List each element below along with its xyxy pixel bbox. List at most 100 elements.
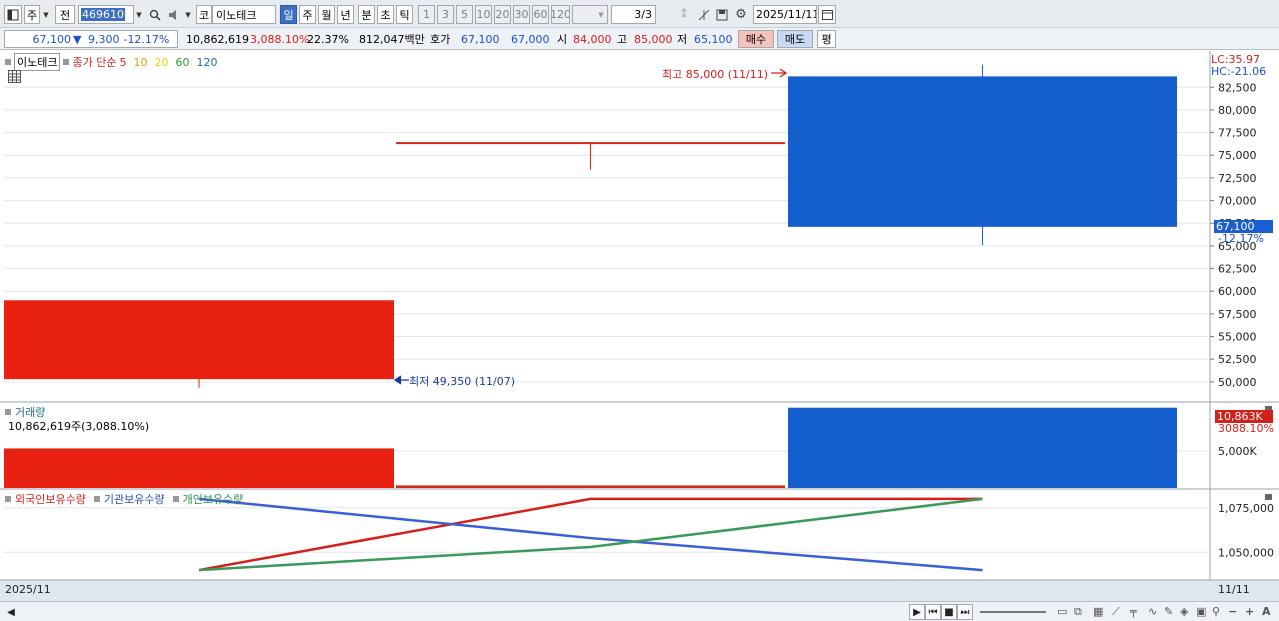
tab-week[interactable]: 주 bbox=[299, 5, 316, 24]
ask-label: 호가 bbox=[430, 33, 451, 46]
tab-second[interactable]: 초 bbox=[377, 5, 394, 24]
panel-close-icon bbox=[1265, 494, 1272, 500]
fill-icon[interactable]: ◈ bbox=[1180, 605, 1188, 618]
tab-tick[interactable]: 틱 bbox=[396, 5, 413, 24]
low-label: 저 bbox=[677, 33, 688, 46]
copy-icon[interactable]: ⧉ bbox=[1074, 605, 1082, 619]
zoom-icon[interactable]: ⚲ bbox=[1212, 605, 1220, 618]
volume-bar bbox=[4, 448, 394, 488]
high-label: 고 bbox=[617, 33, 628, 46]
screen-icon[interactable]: ▣ bbox=[1196, 605, 1206, 618]
plus-icon[interactable]: + bbox=[1245, 605, 1254, 618]
grid-icon[interactable]: ▦ bbox=[1093, 605, 1103, 618]
gear-icon[interactable]: ⚙ bbox=[733, 5, 749, 24]
chevron-down-icon[interactable]: ▼ bbox=[596, 5, 606, 24]
current-price: 67,100 bbox=[32, 32, 72, 46]
ma-label[interactable]: 종가 단순 bbox=[72, 54, 116, 70]
tab-month[interactable]: 월 bbox=[318, 5, 335, 24]
hline-icon[interactable]: ╤ bbox=[1130, 605, 1137, 618]
interval-120[interactable]: 120 bbox=[551, 5, 570, 24]
price-tick-label: 75,000 bbox=[1218, 149, 1257, 162]
interval-5[interactable]: 5 bbox=[456, 5, 473, 24]
price-tick-label: 77,500 bbox=[1218, 127, 1257, 140]
layout-icon[interactable]: ▭ bbox=[1057, 605, 1067, 618]
ma-60: 60 bbox=[175, 55, 190, 69]
down-arrow-icon: ▼ bbox=[73, 32, 82, 46]
buy-button[interactable]: 매수 bbox=[738, 30, 774, 48]
speaker-icon[interactable] bbox=[166, 5, 182, 24]
interval-1[interactable]: 1 bbox=[418, 5, 435, 24]
hc-label: HC:-21.06 bbox=[1211, 65, 1267, 78]
stock-code-input[interactable]: 469610 bbox=[78, 5, 134, 24]
chevron-down-icon[interactable]: ▼ bbox=[134, 5, 144, 24]
compare-icon[interactable]: ⁑ bbox=[676, 5, 692, 24]
price-tick-label: 60,000 bbox=[1218, 285, 1257, 298]
wave-icon[interactable]: ∿ bbox=[1148, 605, 1157, 618]
legend-marker bbox=[5, 409, 11, 415]
minus-icon[interactable]: − bbox=[1228, 605, 1237, 618]
interval-60[interactable]: 60 bbox=[532, 5, 549, 24]
x-axis-bar bbox=[0, 580, 1279, 601]
period-type-select[interactable]: 주 bbox=[24, 5, 40, 24]
price-tick-label: 52,500 bbox=[1218, 353, 1257, 366]
flat-button[interactable]: 평 bbox=[817, 30, 836, 48]
legend-individual[interactable]: 개인보유수량 bbox=[183, 491, 244, 507]
candle-body bbox=[396, 142, 785, 145]
interval-30[interactable]: 30 bbox=[513, 5, 530, 24]
price-tick-label: 70,000 bbox=[1218, 195, 1257, 208]
chevron-down-icon[interactable]: ▼ bbox=[41, 5, 51, 24]
price-tick-label: 62,500 bbox=[1218, 263, 1257, 276]
volume-tick-label: 5,000K bbox=[1218, 445, 1257, 458]
pen-icon[interactable]: ✎ bbox=[1164, 605, 1173, 618]
scroll-left-icon[interactable]: ◀ bbox=[3, 604, 19, 620]
legend-marker bbox=[5, 496, 11, 502]
price-tick-label: 80,000 bbox=[1218, 104, 1257, 117]
search-icon[interactable] bbox=[147, 5, 163, 24]
tab-year[interactable]: 년 bbox=[337, 5, 354, 24]
calendar-icon[interactable] bbox=[818, 5, 836, 24]
price-tick-label: 82,500 bbox=[1218, 81, 1257, 94]
price-tick-label: 57,500 bbox=[1218, 308, 1257, 321]
open-label: 시 bbox=[557, 33, 568, 46]
scroll-right-icon[interactable]: ▶ bbox=[909, 604, 925, 620]
chevron-down-icon[interactable]: ▼ bbox=[183, 5, 193, 24]
chart-canvas[interactable]: 50,00052,50055,00057,50060,00062,50065,0… bbox=[0, 51, 1279, 601]
font-icon[interactable]: A bbox=[1262, 605, 1271, 618]
bottom-scroll-bar: ◀ ▶ ⏮ ■ ⏭ ▭ ⧉ ▦ ⟋ ╤ ∿ ✎ ◈ ▣ ⚲ − + A bbox=[0, 601, 1279, 621]
stock-name-field[interactable]: 이노테크 bbox=[212, 5, 276, 24]
tab-minute[interactable]: 분 bbox=[358, 5, 375, 24]
price-legend-stock[interactable]: 이노테크 bbox=[14, 53, 61, 71]
jump-start-icon[interactable]: ⏮ bbox=[925, 604, 941, 620]
legend-institution[interactable]: 기관보유수량 bbox=[104, 491, 165, 507]
interval-20[interactable]: 20 bbox=[494, 5, 511, 24]
current-pct-tag: -12.17% bbox=[1218, 232, 1264, 245]
zoom-slider[interactable] bbox=[980, 611, 1046, 613]
price-change-pct: -12.17% bbox=[123, 32, 170, 46]
crosshair-icon[interactable] bbox=[696, 5, 712, 24]
ma-120: 120 bbox=[196, 55, 218, 69]
legend-foreign[interactable]: 외국인보유수량 bbox=[15, 491, 86, 507]
jump-end-icon[interactable]: ⏭ bbox=[957, 604, 973, 620]
trade-amount: 812,047백만 bbox=[359, 33, 425, 46]
interval-10[interactable]: 10 bbox=[475, 5, 492, 24]
window-menu-icon[interactable] bbox=[4, 5, 22, 24]
volume-bar bbox=[396, 485, 785, 488]
legend-marker bbox=[5, 59, 11, 65]
stop-icon[interactable]: ■ bbox=[941, 604, 957, 620]
date-input[interactable]: 2025/11/11 bbox=[753, 5, 817, 24]
save-icon[interactable] bbox=[714, 5, 730, 24]
interval-3[interactable]: 3 bbox=[437, 5, 454, 24]
price-legend: 이노테크 종가 단순 5 10 20 60 120 bbox=[5, 53, 217, 71]
stock-code-value: 469610 bbox=[81, 8, 125, 21]
high-price: 85,000 bbox=[634, 32, 673, 46]
prev-button[interactable]: 전 bbox=[55, 5, 75, 24]
chart-area: 50,000 52,500 55,000 57,500 60,000 62,500 65,0… bbox=[0, 51, 1279, 601]
high-annotation: 최고 85,000 (11/11) bbox=[662, 68, 769, 81]
tab-day[interactable]: 일 bbox=[280, 5, 297, 24]
sell-button[interactable]: 매도 bbox=[777, 30, 813, 48]
main-toolbar: 주 ▼ 전 469610 ▼ ▼ 코 이노테크 일 주 월 년 분 초 틱 1 … bbox=[0, 0, 1279, 28]
trend-line-icon[interactable]: ⟋ bbox=[1112, 605, 1120, 619]
ma-5: 5 bbox=[119, 55, 127, 69]
candle-body bbox=[788, 76, 1177, 227]
bid-price: 67,000 bbox=[511, 32, 550, 46]
